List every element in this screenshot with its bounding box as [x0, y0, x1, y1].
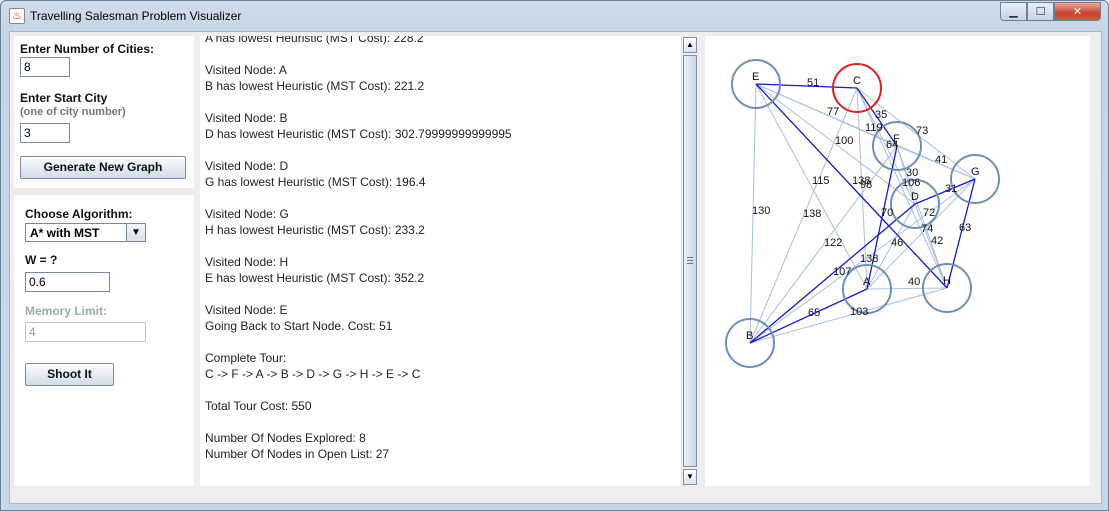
edge-cost-label: 107: [833, 266, 851, 278]
edge-cost-label: 72: [923, 207, 935, 219]
log-line: Visited Node: B: [205, 111, 288, 125]
log-line: G has lowest Heuristic (MST Cost): 196.4: [205, 175, 426, 189]
log-line: C -> F -> A -> B -> D -> G -> H -> E -> …: [205, 367, 421, 381]
scroll-thumb[interactable]: [683, 55, 697, 467]
log-line: E has lowest Heuristic (MST Cost): 352.2: [205, 271, 425, 285]
algorithm-panel: Choose Algorithm: A* with MST ▼ W = ? 0.…: [14, 195, 194, 486]
log-text: A has lowest Heuristic (MST Cost): 228.2…: [205, 36, 675, 462]
log-line: Complete Tour:: [205, 351, 287, 365]
log-line: Total Tour Cost: 550: [205, 399, 312, 413]
edge-cost-label: 119: [865, 122, 883, 134]
edge-cost-label: 100: [835, 135, 853, 147]
log-line: A has lowest Heuristic (MST Cost): 228.2: [205, 36, 424, 45]
edge-cost-label: 41: [935, 154, 947, 166]
log-line: H has lowest Heuristic (MST Cost): 233.2: [205, 223, 425, 237]
window-title: Travelling Salesman Problem Visualizer: [30, 9, 242, 23]
edge-cost-label: 77: [827, 106, 839, 118]
edge-cost-label: 130: [752, 205, 770, 217]
start-city-label: Enter Start City: [20, 91, 108, 105]
chevron-down-icon[interactable]: ▼: [126, 224, 145, 241]
log-line: Number Of Nodes Explored: 8: [205, 431, 366, 445]
edge-cost-label: 70: [881, 207, 893, 219]
city-label: A: [863, 276, 871, 288]
log-panel[interactable]: A has lowest Heuristic (MST Cost): 228.2…: [200, 36, 697, 486]
memory-limit-label: Memory Limit:: [25, 304, 108, 318]
cities-label: Enter Number of Cities:: [20, 42, 155, 56]
generate-graph-button[interactable]: Generate New Graph: [20, 156, 186, 179]
grip-icon: [687, 257, 693, 264]
close-button[interactable]: ✕: [1054, 2, 1101, 21]
graph-canvas: E CFGDA HB5177 35119 73100 644130115 13898 106 3…: [725, 59, 1000, 368]
edge-cost-label: 31: [945, 183, 957, 195]
algorithm-label: Choose Algorithm:: [25, 207, 133, 221]
city-label: E: [752, 71, 759, 83]
w-input[interactable]: 0.6: [25, 272, 110, 292]
start-city-input[interactable]: 3: [20, 123, 70, 143]
log-line: D has lowest Heuristic (MST Cost): 302.7…: [205, 127, 512, 141]
algorithm-select[interactable]: A* with MST ▼: [25, 223, 146, 242]
city-label: D: [911, 191, 919, 203]
window-controls: ▁ ☐ ✕: [1000, 2, 1101, 21]
edge-cost-label: 65: [808, 307, 820, 319]
w-label: W = ?: [25, 253, 58, 267]
log-line: Number Of Nodes in Open List: 27: [205, 447, 390, 461]
client-area: Enter Number of Cities: 8 Enter Start Ci…: [9, 31, 1102, 504]
log-line: Visited Node: G: [205, 207, 289, 221]
city-label: G: [971, 166, 980, 178]
log-line: Visited Node: A: [205, 63, 287, 77]
log-line: Going Back to Start Node. Cost: 51: [205, 319, 393, 333]
minimize-button[interactable]: ▁: [1000, 2, 1027, 21]
edge-cost-label: 115: [812, 175, 830, 187]
title-bar[interactable]: ♨ Travelling Salesman Problem Visualizer…: [1, 1, 1108, 31]
edge-cost-label: 35: [875, 109, 887, 121]
cities-input[interactable]: 8: [20, 57, 70, 77]
edge-cost-label: 103: [850, 306, 868, 318]
edge-cost-label: 63: [959, 222, 971, 234]
start-city-hint: (one of city number): [20, 106, 126, 118]
edge-cost-label: 98: [860, 179, 872, 191]
edge-cost-label: 138: [803, 208, 821, 220]
app-window: ♨ Travelling Salesman Problem Visualizer…: [0, 0, 1109, 511]
edge-cost-label: 51: [807, 77, 819, 89]
edge-cost-label: 42: [931, 235, 943, 247]
edge-cost-label: 74: [921, 223, 933, 235]
city-label: H: [943, 275, 951, 287]
edge-cost-label: 64: [886, 139, 898, 151]
memory-limit-input: 4: [25, 322, 146, 342]
log-scrollbar[interactable]: ▲ ▼: [681, 36, 697, 486]
scroll-down-icon[interactable]: ▼: [683, 469, 697, 485]
edge-cost-label: 138: [860, 253, 878, 265]
algorithm-selected-value: A* with MST: [30, 226, 100, 240]
graph-panel: E C F G D A H B 51 77 35 119 73 100 64 41 30 115 138 98 106 3…: [705, 36, 1090, 486]
log-line: Visited Node: H: [205, 255, 289, 269]
graph-edge: [896, 145, 948, 289]
log-line: Visited Node: E: [205, 303, 288, 317]
city-label: B: [746, 330, 753, 342]
city-label: C: [853, 75, 861, 87]
shoot-it-button[interactable]: Shoot It: [25, 363, 114, 386]
edge-cost-label: 122: [824, 237, 842, 249]
java-app-icon: ♨: [9, 8, 25, 24]
graph-edge: [749, 287, 948, 344]
edge-cost-label: 106: [902, 177, 920, 189]
edge-cost-label: 46: [891, 237, 903, 249]
log-line: B has lowest Heuristic (MST Cost): 221.2: [205, 79, 425, 93]
edge-cost-label: 40: [908, 276, 920, 288]
scroll-up-icon[interactable]: ▲: [683, 37, 697, 53]
graph-edge: [866, 287, 948, 290]
log-line: Visited Node: D: [205, 159, 289, 173]
maximize-button[interactable]: ☐: [1027, 2, 1054, 21]
edge-cost-label: 73: [916, 125, 928, 137]
setup-panel: Enter Number of Cities: 8 Enter Start Ci…: [14, 36, 194, 188]
